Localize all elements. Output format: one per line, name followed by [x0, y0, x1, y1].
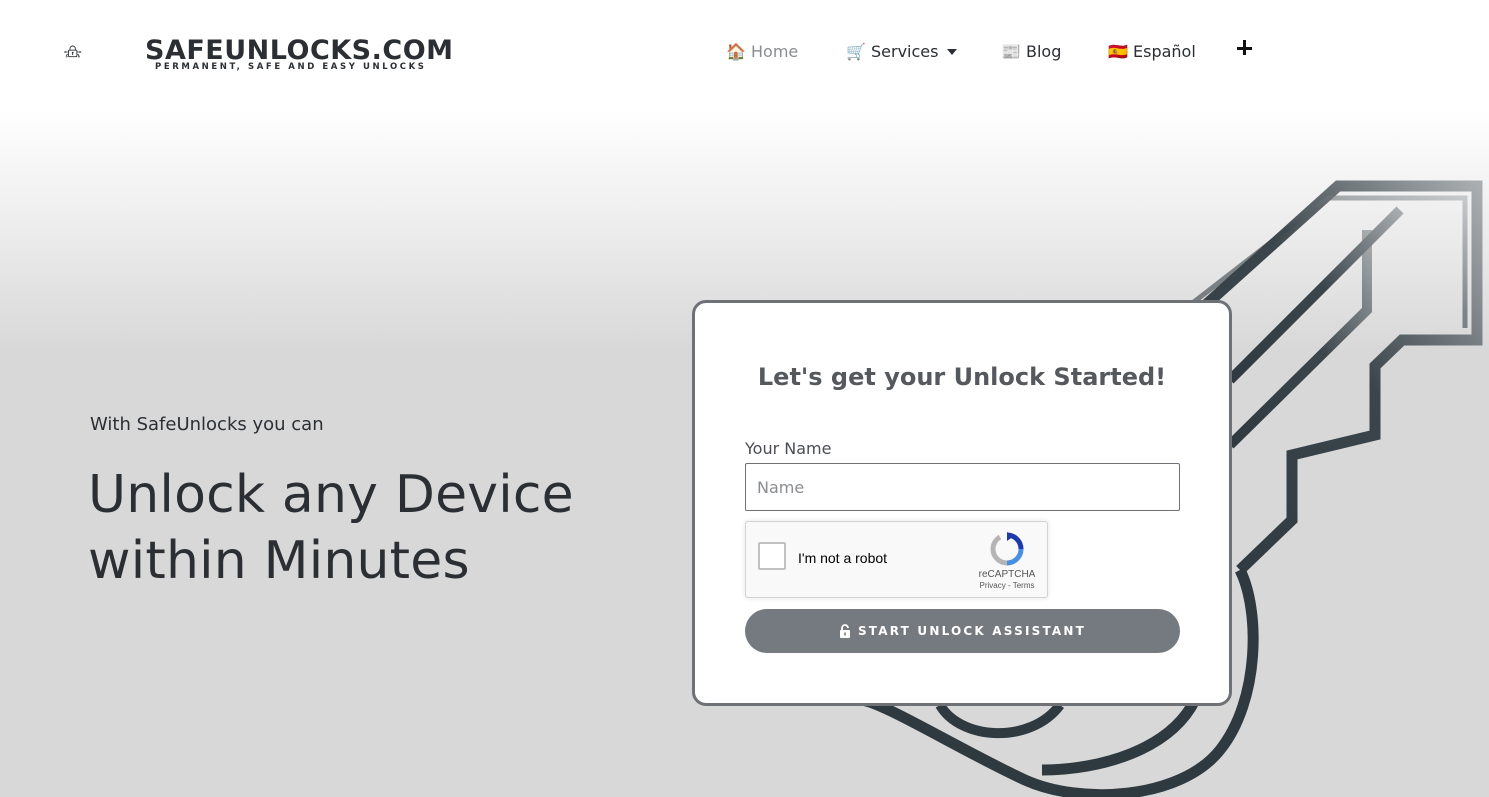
nav-item-home[interactable]: 🏠 Home: [726, 38, 798, 64]
hero-title-line: Unlock any Device: [88, 465, 574, 525]
unlock-form-card: Let's get your Unlock Started! Your Name…: [692, 300, 1232, 706]
recaptcha-brand: reCAPTCHA: [978, 569, 1036, 580]
nav-item-label: Home: [751, 41, 799, 61]
site-logo[interactable]: SAFEUNLOCKS.COM PERMANENT, SAFE AND EASY…: [0, 0, 453, 100]
recaptcha-widget: I'm not a robot reCAPTCHA Privacy - Term…: [745, 521, 1048, 598]
name-input[interactable]: [745, 463, 1180, 511]
hero-title: Unlock any Device within Minutes: [88, 462, 668, 594]
start-unlock-button-label: START UNLOCK ASSISTANT: [857, 624, 1087, 638]
hero-subtitle: With SafeUnlocks you can: [90, 414, 324, 435]
nav-item-blog[interactable]: 📰 Blog: [1001, 38, 1061, 64]
recaptcha-logo-icon: [990, 532, 1024, 566]
house-icon: 🏠: [726, 41, 746, 61]
padlock-circuit-icon: [64, 45, 82, 58]
nav-item-label: Español: [1133, 41, 1196, 61]
recaptcha-terms-link[interactable]: Terms: [1013, 581, 1035, 590]
name-field-label: Your Name: [745, 439, 832, 458]
recaptcha-link-separator: -: [1005, 581, 1013, 590]
nav-item-services[interactable]: 🛒 Services: [846, 38, 958, 64]
hero-title-line: within Minutes: [88, 531, 470, 591]
recaptcha-label: I'm not a robot: [798, 550, 888, 566]
nav-item-label: Services: [871, 41, 939, 61]
plus-icon[interactable]: [1237, 40, 1253, 56]
recaptcha-links: Privacy - Terms: [966, 581, 1048, 590]
start-unlock-button[interactable]: START UNLOCK ASSISTANT: [745, 609, 1180, 653]
caret-down-icon[interactable]: [947, 49, 958, 55]
newspaper-icon: 📰: [1001, 41, 1021, 61]
spain-flag-icon: 🇪🇸: [1108, 41, 1128, 61]
logo-tagline: PERMANENT, SAFE AND EASY UNLOCKS: [155, 62, 427, 72]
unlock-icon: [839, 624, 850, 638]
recaptcha-privacy-link[interactable]: Privacy: [980, 581, 1006, 590]
shopping-cart-icon: 🛒: [846, 41, 866, 61]
recaptcha-checkbox[interactable]: [758, 542, 786, 570]
form-title: Let's get your Unlock Started!: [757, 363, 1167, 391]
site-header: SAFEUNLOCKS.COM PERMANENT, SAFE AND EASY…: [0, 0, 1489, 100]
nav-item-label: Blog: [1026, 41, 1062, 61]
nav-item-espanol[interactable]: 🇪🇸 Español: [1108, 38, 1196, 64]
